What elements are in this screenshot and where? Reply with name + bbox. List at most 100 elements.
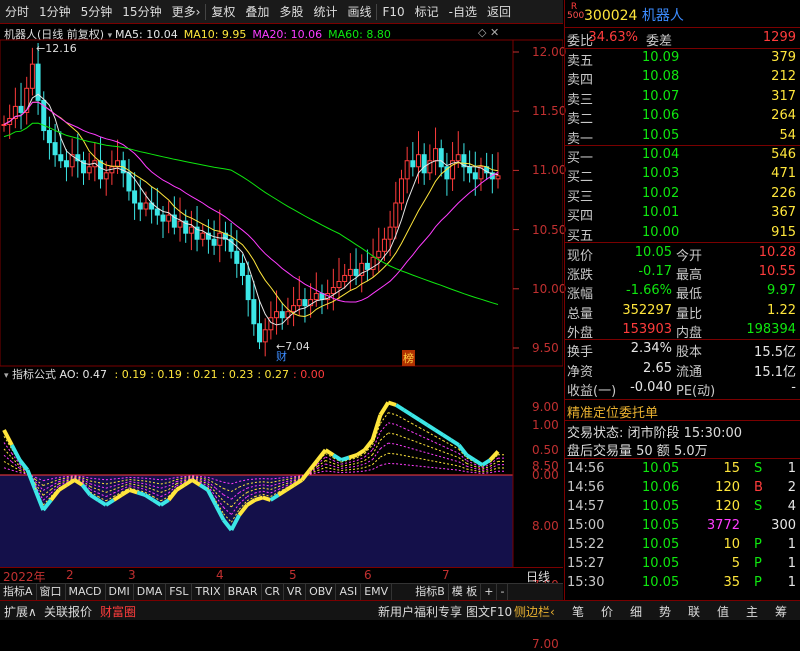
finance-tag[interactable]: 财 (276, 348, 287, 364)
moving-average-lines (4, 94, 498, 325)
ao-bar (388, 403, 396, 406)
candle (468, 167, 472, 173)
candle (263, 330, 267, 342)
indicator-tab[interactable]: DMA (134, 584, 167, 600)
month-label: 7 (442, 568, 450, 582)
side-panel-tab[interactable]: 主 (746, 603, 758, 620)
indicator-tab[interactable]: - (497, 584, 508, 600)
indicator-value: : 0.21 (186, 368, 218, 381)
stock-name: 机器人 (642, 8, 684, 24)
toolbar-item[interactable]: 1分钟 (34, 0, 76, 24)
toolbar-item[interactable]: 15分钟 (117, 0, 166, 24)
ao-bar (137, 493, 145, 496)
toolbar-item[interactable]: 返回 (482, 0, 516, 24)
indicator-tab[interactable]: 窗口 (37, 584, 66, 600)
bottom-link[interactable]: 侧边栏‹ (514, 603, 555, 620)
indicator-tab[interactable]: 模 板 (449, 584, 482, 600)
toolbar-item[interactable]: 多股 (274, 0, 308, 24)
candle (456, 155, 460, 161)
candle (439, 149, 443, 167)
indicator-tab[interactable]: CR (262, 584, 284, 600)
indicator-name: AO: 0.47 (60, 368, 108, 381)
order-book-row: 买二10.03471 (564, 165, 800, 185)
order-book-row: 买五10.00915 (564, 224, 800, 244)
indicator-tab[interactable]: FSL (166, 584, 192, 600)
side-panel-tab[interactable]: 价 (601, 603, 613, 620)
order-book-row: 卖五10.09379 (564, 49, 800, 69)
indicator-tab[interactable]: BRAR (225, 584, 262, 600)
top-toolbar: 分时1分钟5分钟15分钟更多›复权叠加多股统计画线F10标记-自选返回 (0, 0, 563, 24)
ao-bar (380, 403, 388, 416)
toolbar-item[interactable]: 统计 (308, 0, 342, 24)
tick-row: 14:5610.06120B2 (564, 479, 800, 499)
toolbar-item[interactable]: -自选 (444, 0, 482, 24)
toolbar-item[interactable]: 分时 (0, 0, 34, 24)
indicator-tab[interactable]: TRIX (192, 584, 224, 600)
bottom-tab[interactable]: 扩展∧ (4, 603, 37, 620)
toolbar-item[interactable]: 标记 (410, 0, 444, 24)
indicator-tab[interactable]: + (481, 584, 497, 600)
chevron-down-icon[interactable]: ▾ (4, 371, 9, 381)
indicator-tab[interactable]: 指标A (0, 584, 37, 600)
ma-line (4, 94, 498, 325)
order-book-row: 卖一10.0554 (564, 127, 800, 147)
toolbar-item[interactable]: F10 (377, 0, 409, 24)
price-pane (0, 40, 513, 366)
ao-bar (420, 420, 428, 425)
candle (382, 239, 386, 251)
dragon-tiger-tag[interactable]: 榜 (402, 350, 415, 366)
month-label: 5 (289, 568, 297, 582)
bottom-link[interactable]: 新用户福利专享 (378, 603, 462, 620)
order-book-row: 卖二10.06264 (564, 107, 800, 127)
quote-stat-row: 涨幅-1.66%最低9.97 (564, 282, 800, 302)
indicator-tab[interactable]: DMI (106, 584, 134, 600)
indicator-value: : 0.23 (222, 368, 254, 381)
ao-bar (396, 405, 404, 410)
side-panel-tab[interactable]: 筹 (775, 603, 787, 620)
ao-bar (365, 440, 373, 450)
indicator-axis-label: 0.50 (532, 443, 559, 457)
candle (201, 233, 205, 239)
indicator-tab[interactable]: MACD (66, 584, 106, 600)
trade-status: 交易状态: 闭市阶段 15:30:00 (564, 421, 800, 441)
x-axis: 2022年 234567 日线 (0, 567, 563, 583)
indicator-tab[interactable]: VR (284, 584, 306, 600)
toolbar-item[interactable]: 叠加 (240, 0, 274, 24)
candle (235, 251, 239, 263)
ao-bar (341, 458, 349, 461)
indicator-axis-label: 0.00 (532, 468, 559, 482)
precise-order-link[interactable]: 精准定位委托单 (564, 401, 800, 421)
toolbar-item[interactable]: 画线 (342, 0, 376, 24)
quote-stat-row: 净资2.65流通15.1亿 (564, 360, 800, 380)
indicator-tab[interactable]: OBV (306, 584, 336, 600)
bottom-tab[interactable]: 财富圈 (100, 603, 136, 620)
bottom-link[interactable]: 图文F10 (466, 603, 512, 620)
ao-bar (467, 455, 475, 460)
indicator-tab[interactable]: ASI (336, 584, 361, 600)
tick-row: 15:0010.053772300 (564, 517, 800, 537)
bottom-tab[interactable]: 关联报价 (44, 603, 92, 620)
candle (314, 294, 318, 300)
side-panel-tab[interactable]: 联 (688, 603, 700, 620)
side-panel-tab[interactable]: 细 (630, 603, 642, 620)
order-book-row: 卖三10.07317 (564, 88, 800, 108)
indicator-title[interactable]: 指标公式 (12, 368, 56, 381)
candle (2, 125, 6, 126)
ao-bar (412, 415, 420, 420)
indicator-tab[interactable]: EMV (361, 584, 392, 600)
toolbar-item[interactable]: 复权 (206, 0, 240, 24)
price-axis-label: 9.00 (532, 400, 559, 414)
ao-bar (357, 450, 365, 455)
kline-chart-area[interactable] (0, 24, 563, 596)
indicator-tab[interactable]: 指标B (412, 584, 449, 600)
quote-stat-row: 收益(一)-0.040PE(动)- (564, 379, 800, 399)
candle (405, 161, 409, 179)
side-panel-tab[interactable]: 笔 (572, 603, 584, 620)
candle (104, 173, 108, 179)
side-panel-tab[interactable]: 势 (659, 603, 671, 620)
toolbar-item[interactable]: 5分钟 (76, 0, 118, 24)
toolbar-item[interactable]: 更多› (167, 0, 206, 24)
candle (320, 294, 324, 300)
side-panel-tab[interactable]: 值 (717, 603, 729, 620)
candle (348, 269, 352, 275)
